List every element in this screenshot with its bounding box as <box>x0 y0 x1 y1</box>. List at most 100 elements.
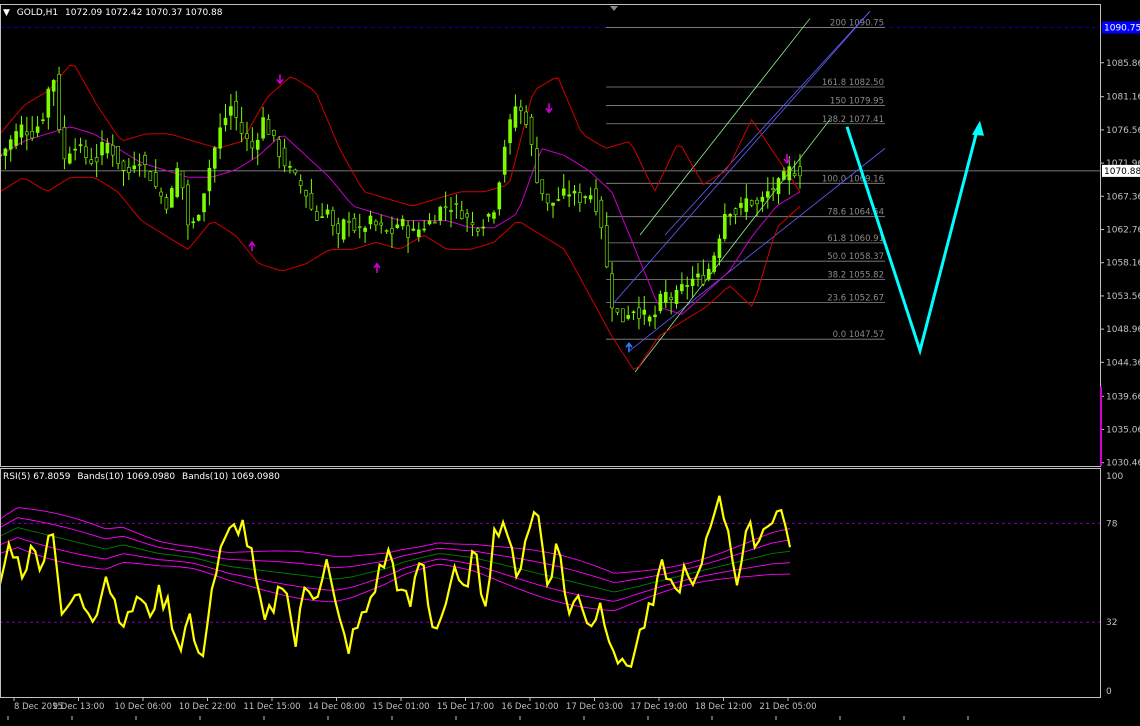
header-marker[interactable]: ▼ <box>3 8 10 18</box>
candle-body <box>460 211 463 219</box>
candle-body <box>632 312 635 313</box>
candle-body <box>68 154 71 163</box>
candle-body <box>782 171 785 179</box>
candle-body <box>41 120 44 121</box>
candle-body <box>584 197 587 198</box>
candle-body <box>385 231 388 232</box>
candle-body <box>315 212 318 221</box>
candle-body <box>439 207 442 220</box>
candle-body <box>4 149 7 156</box>
candle-body <box>487 214 490 216</box>
candle-body <box>337 224 340 234</box>
candle-body <box>288 166 291 167</box>
candle-body <box>750 201 753 206</box>
candle-body <box>149 172 152 181</box>
candle-body <box>245 134 248 139</box>
rsi-header-bands1: Bands(10) 1069.0980 <box>77 472 175 482</box>
candle-body <box>58 74 61 129</box>
candle-body <box>530 117 533 144</box>
candle-body <box>229 107 232 116</box>
candle-body <box>444 207 447 208</box>
candle-body <box>267 119 270 134</box>
chart-root: 200 1090.75161.8 1082.50150 1079.95138.2… <box>0 0 1140 722</box>
candle-body <box>788 167 791 180</box>
candle-body <box>192 222 195 223</box>
price-tick-label: 1044.36 <box>1106 358 1140 368</box>
candle-body <box>729 214 732 216</box>
fib-level-label: 161.8 1082.50 <box>822 78 884 88</box>
price-tick-label: 1048.96 <box>1106 325 1140 335</box>
candle-body <box>52 80 55 91</box>
candle-body <box>648 317 651 321</box>
time-tick-label: 15 Dec 01:00 <box>372 702 429 712</box>
candle-body <box>256 140 259 149</box>
candle-body <box>197 215 200 220</box>
candle-body <box>691 279 694 286</box>
candle-body <box>492 213 495 219</box>
candle-body <box>262 118 265 139</box>
candle-body <box>358 226 361 227</box>
candle-body <box>589 196 592 199</box>
candle-body <box>310 193 313 209</box>
price-tick-label: 1076.56 <box>1106 126 1140 136</box>
candle-body <box>670 297 673 299</box>
time-tick-label: 9 Dec 13:00 <box>53 702 105 712</box>
price-tick-label: 1081.16 <box>1106 93 1140 103</box>
fib-level-label: 0.0 1047.57 <box>833 330 884 340</box>
fib-level-label: 38.2 1055.82 <box>827 271 884 281</box>
candle-body <box>616 308 619 312</box>
candle-body <box>450 210 453 211</box>
candle-body <box>331 210 334 225</box>
header-symbol: GOLD,H1 <box>17 8 58 18</box>
fib-level-label: 61.8 1060.91 <box>827 234 884 244</box>
candle-body <box>643 310 646 314</box>
rsi-tick-label: 100 <box>1106 472 1123 482</box>
fib-level-label: 50.0 1058.37 <box>827 252 884 262</box>
current-price-label: 1070.88 <box>1104 167 1140 177</box>
candle-body <box>546 194 549 203</box>
candle-body <box>353 218 356 230</box>
rsi-tick-label: 32 <box>1106 618 1117 628</box>
candle-body <box>283 148 286 166</box>
candle-body <box>74 149 77 150</box>
price-tick-label: 1030.46 <box>1106 459 1140 469</box>
fib-level-label: 200 1090.75 <box>830 18 884 28</box>
candle-body <box>718 239 721 258</box>
candle-body <box>181 171 184 188</box>
price-tick-label: 1062.76 <box>1106 226 1140 236</box>
fib-level-label: 23.6 1052.67 <box>827 293 884 303</box>
candle-body <box>364 228 367 232</box>
candle-body <box>15 131 18 145</box>
candle-body <box>272 130 275 135</box>
rsi-header: RSI(5) 67.8059 Bands(10) 1069.0980 Bands… <box>3 472 284 482</box>
candle-body <box>347 221 350 222</box>
fib-level-label: 150 1079.95 <box>830 96 884 106</box>
candle-body <box>390 228 393 233</box>
candle-body <box>723 214 726 238</box>
candle-body <box>734 209 737 215</box>
candle-body <box>471 223 474 225</box>
candle-body <box>557 199 560 200</box>
candle-body <box>95 158 98 162</box>
candle-body <box>756 200 759 204</box>
candle-body <box>793 173 796 175</box>
candle-body <box>412 229 415 230</box>
candle-body <box>186 185 189 225</box>
candle-body <box>707 269 710 279</box>
candle-body <box>476 229 479 231</box>
candle-body <box>203 194 206 212</box>
candle-body <box>466 214 469 217</box>
candle-body <box>611 274 614 308</box>
candle-body <box>745 199 748 212</box>
candle-body <box>696 274 699 277</box>
candle-body <box>578 193 581 203</box>
candle-body <box>380 223 383 225</box>
candle-body <box>519 107 522 110</box>
rsi-tick-label: 0 <box>1106 687 1112 697</box>
candle-body <box>680 284 683 290</box>
candle-body <box>562 189 565 196</box>
price-tick-label: 1039.66 <box>1106 392 1140 402</box>
candle-body <box>423 229 426 230</box>
candle-body <box>713 256 716 272</box>
candle-body <box>111 145 114 155</box>
